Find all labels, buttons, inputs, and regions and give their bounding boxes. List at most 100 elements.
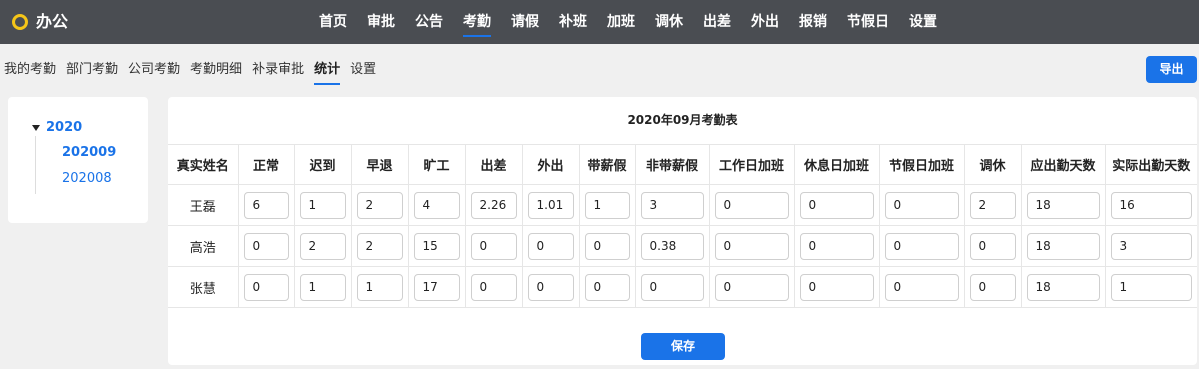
table-cell <box>464 266 523 308</box>
value-input[interactable] <box>299 191 346 219</box>
value-input[interactable] <box>356 232 403 260</box>
value-input[interactable] <box>356 273 403 301</box>
value-input[interactable] <box>640 191 704 219</box>
value-input[interactable] <box>584 191 630 219</box>
value-input[interactable] <box>969 232 1016 260</box>
tree-node-202008[interactable]: 202008 <box>62 171 112 187</box>
nav-item-5[interactable]: 补班 <box>549 0 597 44</box>
value-input[interactable] <box>527 232 574 260</box>
value-input[interactable] <box>969 273 1016 301</box>
value-input[interactable] <box>584 273 630 301</box>
nav-item-3[interactable]: 考勤 <box>453 0 501 44</box>
value-input[interactable] <box>527 191 574 219</box>
value-input[interactable] <box>243 191 289 219</box>
value-input[interactable] <box>243 232 289 260</box>
value-input[interactable] <box>1026 232 1100 260</box>
table-cell <box>237 266 295 308</box>
value-input[interactable] <box>799 191 874 219</box>
value-input[interactable] <box>969 191 1016 219</box>
value-input[interactable] <box>470 232 517 260</box>
column-header: 实际出勤天数 <box>1104 144 1197 185</box>
table-cell <box>350 184 409 226</box>
table-row: 张慧 <box>168 266 1197 308</box>
value-input[interactable] <box>884 191 959 219</box>
table-cell <box>793 266 880 308</box>
value-input[interactable] <box>413 232 460 260</box>
table-cell <box>793 225 880 267</box>
value-input[interactable] <box>527 273 574 301</box>
nav-item-7[interactable]: 调休 <box>645 0 693 44</box>
value-input[interactable] <box>799 273 874 301</box>
tree-node-202009[interactable]: 202009 <box>62 145 116 161</box>
tree-node-2020[interactable]: 2020 <box>32 120 82 136</box>
value-input[interactable] <box>1026 191 1100 219</box>
export-button[interactable]: 导出 <box>1146 56 1197 83</box>
table-cell <box>708 225 795 267</box>
value-input[interactable] <box>799 232 874 260</box>
subnav-tab-6[interactable]: 设置 <box>350 60 376 82</box>
subnav-tab-0[interactable]: 我的考勤 <box>4 60 56 82</box>
table-cell <box>521 225 580 267</box>
value-input[interactable] <box>884 273 959 301</box>
column-header: 应出勤天数 <box>1020 144 1106 185</box>
value-input[interactable] <box>714 232 789 260</box>
nav-item-11[interactable]: 节假日 <box>837 0 899 44</box>
value-input[interactable] <box>470 191 517 219</box>
nav-item-4[interactable]: 请假 <box>501 0 549 44</box>
subnav-tab-4[interactable]: 补录审批 <box>252 60 304 82</box>
subnav-tab-1[interactable]: 部门考勤 <box>66 60 118 82</box>
subnav-tab-3[interactable]: 考勤明细 <box>190 60 242 82</box>
table-cell <box>878 184 965 226</box>
value-input[interactable] <box>584 232 630 260</box>
table-row: 高浩 <box>168 225 1197 267</box>
subnav-tab-2[interactable]: 公司考勤 <box>128 60 180 82</box>
nav-item-9[interactable]: 外出 <box>741 0 789 44</box>
nav-item-12[interactable]: 设置 <box>899 0 947 44</box>
value-input[interactable] <box>640 273 704 301</box>
nav-item-1[interactable]: 审批 <box>357 0 405 44</box>
value-input[interactable] <box>299 232 346 260</box>
table-cell <box>407 184 466 226</box>
nav-item-8[interactable]: 出差 <box>693 0 741 44</box>
table-cell <box>521 184 580 226</box>
value-input[interactable] <box>299 273 346 301</box>
tree-node-label: 2020 <box>46 120 83 135</box>
caret-down-icon[interactable] <box>32 125 40 131</box>
value-input[interactable] <box>1026 273 1100 301</box>
table-cell <box>634 184 710 226</box>
nav-item-6[interactable]: 加班 <box>597 0 645 44</box>
table-cell <box>293 225 352 267</box>
app-title: 办公 <box>36 12 69 31</box>
table-cell <box>578 266 636 308</box>
employee-name: 高浩 <box>168 225 239 267</box>
value-input[interactable] <box>1110 232 1192 260</box>
save-button[interactable]: 保存 <box>641 333 725 360</box>
app-logo[interactable]: 办公 <box>12 11 68 33</box>
value-input[interactable] <box>413 273 460 301</box>
nav-item-0[interactable]: 首页 <box>309 0 357 44</box>
column-header: 休息日加班 <box>793 144 880 185</box>
table-cell <box>1020 266 1106 308</box>
table-cell <box>237 184 295 226</box>
value-input[interactable] <box>884 232 959 260</box>
value-input[interactable] <box>356 191 403 219</box>
table-cell <box>350 225 409 267</box>
nav-item-10[interactable]: 报销 <box>789 0 837 44</box>
value-input[interactable] <box>714 191 789 219</box>
table-cell <box>963 225 1022 267</box>
column-header: 真实姓名 <box>168 144 239 185</box>
value-input[interactable] <box>470 273 517 301</box>
value-input[interactable] <box>1110 273 1192 301</box>
table-cell <box>1104 225 1197 267</box>
value-input[interactable] <box>640 232 704 260</box>
column-header: 外出 <box>521 144 580 185</box>
nav-item-2[interactable]: 公告 <box>405 0 453 44</box>
table-cell <box>1020 225 1106 267</box>
value-input[interactable] <box>413 191 460 219</box>
value-input[interactable] <box>1110 191 1192 219</box>
column-header: 工作日加班 <box>708 144 795 185</box>
value-input[interactable] <box>714 273 789 301</box>
subnav-tab-5[interactable]: 统计 <box>314 60 341 85</box>
value-input[interactable] <box>243 273 289 301</box>
employee-name: 张慧 <box>168 266 239 308</box>
